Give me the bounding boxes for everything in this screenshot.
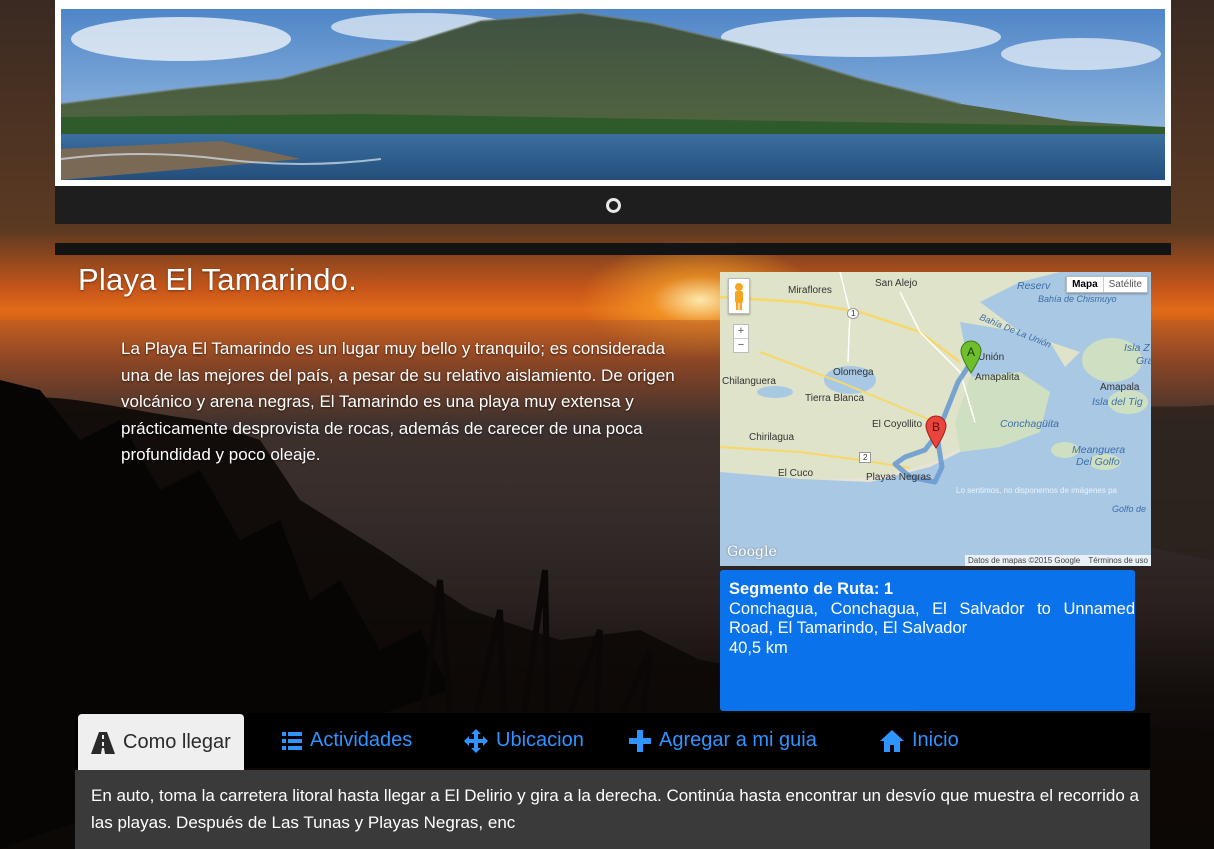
map-data-attribution: Datos de mapas ©2015 Google: [967, 556, 1081, 565]
route-map[interactable]: + − Mapa Satélite Miraflores San Alejo 1…: [720, 272, 1151, 566]
page-title: Playa El Tamarindo.: [78, 262, 357, 297]
map-label: Tierra Blanca: [805, 393, 865, 404]
map-label: Amapala: [1100, 382, 1140, 393]
map-label: Reserv: [1017, 280, 1051, 292]
map-zoom-control: + −: [733, 324, 749, 353]
street-view-pegman-icon[interactable]: [728, 278, 750, 314]
map-label: Miraflores: [788, 285, 832, 296]
tab-label: Ubicacion: [496, 729, 584, 751]
tab-content-panel: En auto, toma la carretera litoral hasta…: [75, 770, 1150, 849]
map-label: Isla del Tig: [1092, 396, 1143, 408]
map-imagery-notice: Lo sentimos, no disponemos de imágenes p…: [956, 486, 1117, 495]
map-label: El Coyollito: [872, 419, 923, 430]
carousel-indicator-bar: [55, 186, 1171, 224]
tab-agregar-a-mi-guia[interactable]: Agregar a mi guia: [629, 713, 817, 768]
banner-photo-volcano: [61, 9, 1165, 180]
svg-text:A: A: [967, 345, 975, 359]
map-label: Gra: [1136, 355, 1151, 367]
map-label: Chirilagua: [749, 432, 795, 443]
map-label: Playas Negras: [866, 472, 932, 483]
tab-bar: Como llegar Actividades Ubicacion Agrega…: [75, 713, 1150, 771]
route-segment-description: Conchagua, Conchagua, El Salvador to Unn…: [729, 599, 1135, 638]
move-icon: [464, 728, 488, 753]
road-icon: [91, 731, 115, 754]
map-label: Olomega: [833, 367, 874, 378]
tab-label: Actividades: [310, 729, 413, 751]
map-marker-b[interactable]: B: [925, 415, 947, 449]
map-route-shield: 2: [859, 452, 872, 463]
plus-icon: [629, 729, 651, 752]
list-icon: [282, 731, 302, 750]
home-icon: [880, 729, 904, 752]
tab-label: Como llegar: [123, 731, 231, 753]
map-label: Bahía de Chismuyo: [1038, 294, 1117, 304]
tab-content-text: En auto, toma la carretera litoral hasta…: [91, 786, 1139, 832]
map-label: Del Golfo: [1076, 456, 1120, 468]
map-label: Isla Z: [1124, 342, 1150, 354]
route-distance: 40,5 km: [729, 638, 788, 657]
svg-text:B: B: [932, 420, 940, 434]
map-type-satelite-button[interactable]: Satélite: [1104, 277, 1147, 292]
tab-actividades[interactable]: Actividades: [282, 713, 412, 768]
section-divider: [55, 243, 1171, 255]
tab-inicio[interactable]: Inicio: [880, 713, 959, 768]
banner-carousel: [55, 0, 1171, 224]
map-label: San Alejo: [875, 278, 918, 289]
map-type-mapa-button[interactable]: Mapa: [1067, 277, 1104, 292]
carousel-dot[interactable]: [605, 197, 621, 213]
tab-label: Inicio: [912, 729, 959, 751]
map-label: Golfo de: [1112, 504, 1147, 514]
tab-label: Agregar a mi guia: [659, 729, 817, 751]
route-segment-panel: Segmento de Ruta: 1 Conchagua, Conchagua…: [720, 570, 1135, 711]
map-label: Chilanguera: [722, 376, 776, 387]
tab-ubicacion[interactable]: Ubicacion: [464, 713, 584, 768]
route-segment-title: Segmento de Ruta: 1: [729, 580, 894, 598]
google-logo: Google: [727, 544, 777, 560]
map-label: Meanguera: [1072, 444, 1126, 456]
zoom-out-button[interactable]: −: [734, 338, 748, 352]
map-marker-a[interactable]: A: [960, 340, 982, 374]
map-label: Conchagüita: [1000, 418, 1059, 430]
tab-como-llegar[interactable]: Como llegar: [78, 714, 244, 771]
zoom-in-button[interactable]: +: [734, 325, 748, 338]
map-label: El Cuco: [778, 468, 814, 479]
map-attribution: Datos de mapas ©2015 Google Términos de …: [964, 555, 1151, 566]
map-type-toggle: Mapa Satélite: [1066, 276, 1148, 293]
beach-description: La Playa El Tamarindo es un lugar muy be…: [121, 339, 675, 464]
map-terms-link[interactable]: Términos de uso: [1088, 556, 1148, 565]
